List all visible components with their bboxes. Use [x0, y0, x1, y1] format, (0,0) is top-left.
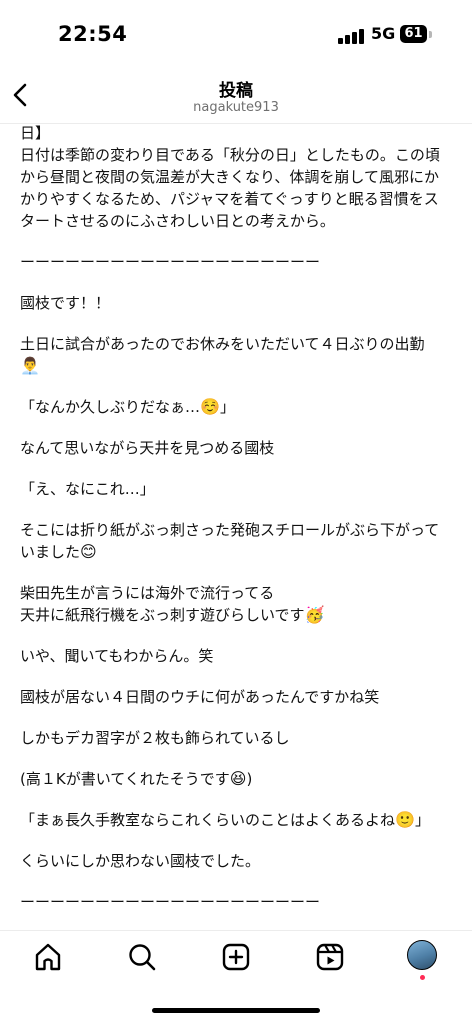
caption-paragraph: 國枝です！！ — [20, 294, 111, 312]
caption-paragraph: 柴田先生が言うには海外で流行ってる 天井に紙飛行機をぶっ刺す遊びらしいです🥳 — [20, 584, 325, 624]
caption-paragraph: いや、聞いてもわからん。笑 — [20, 647, 214, 665]
caption-paragraph: なんて思いながら天井を見つめる國枝 — [20, 439, 275, 457]
profile-avatar[interactable] — [407, 940, 437, 970]
battery-cap — [429, 31, 432, 38]
party-face-emoji: 🥳 — [304, 605, 325, 624]
battery-icon: 61 — [400, 25, 427, 43]
notification-dot — [420, 975, 425, 980]
clock: 22:54 — [58, 22, 128, 46]
caption-paragraph: 日】 日付は季節の変わり目である「秋分の日」としたもの。この頃から昼間と夜間の気… — [20, 124, 440, 230]
page-title: 投稿 — [219, 81, 253, 101]
caption-paragraph: (高１Kが書いてくれたそうです😆) — [20, 769, 253, 788]
slight-smile-emoji: 🙂 — [395, 810, 415, 829]
caption-paragraph: 「え、なにこれ…」 — [20, 480, 155, 498]
divider-line: ーーーーーーーーーーーーーーーーーーーー — [20, 893, 321, 911]
reels-icon[interactable] — [314, 941, 346, 973]
post-header: 投稿 nagakute913 — [0, 70, 472, 124]
search-icon[interactable] — [126, 941, 158, 973]
signal-icon — [338, 28, 364, 44]
post-caption: 日】 日付は季節の変わり目である「秋分の日」としたもの。この頃から昼間と夜間の気… — [20, 122, 452, 930]
caption-paragraph: しかもデカ習字が２枚も飾られているし — [20, 729, 290, 747]
home-icon[interactable] — [32, 941, 64, 973]
divider-line: ーーーーーーーーーーーーーーーーーーーー — [20, 253, 321, 271]
office-worker-emoji: 👨‍💼 — [20, 356, 40, 375]
caption-paragraph: 「なんか久しぶりだなぁ…☺️」 — [20, 397, 235, 416]
create-icon[interactable] — [220, 941, 252, 973]
laughing-emoji: 😆 — [229, 769, 247, 788]
home-indicator[interactable] — [152, 1008, 320, 1013]
smiling-emoji: ☺️ — [200, 397, 220, 416]
caption-paragraph: 土日に試合があったのでお休みをいただいて４日ぶりの出勤 👨‍💼 — [20, 335, 425, 375]
caption-paragraph: そこには折り紙がぶっ刺さった発砲スチロールがぶら下がっていました😊 — [20, 521, 440, 561]
username-link[interactable]: nagakute913 — [0, 100, 472, 115]
network-type: 5G — [371, 24, 396, 43]
blush-emoji: 😊 — [80, 542, 97, 561]
caption-paragraph: 「まぁ長久手教室ならこれくらいのことはよくあるよね🙂」 — [20, 810, 430, 829]
caption-paragraph: くらいにしか思わない國枝でした。 — [20, 852, 261, 870]
caption-paragraph: 國枝が居ない４日間のウチに何があったんですかね笑 — [20, 688, 380, 706]
status-bar: 22:54 5G 61 — [0, 0, 472, 70]
